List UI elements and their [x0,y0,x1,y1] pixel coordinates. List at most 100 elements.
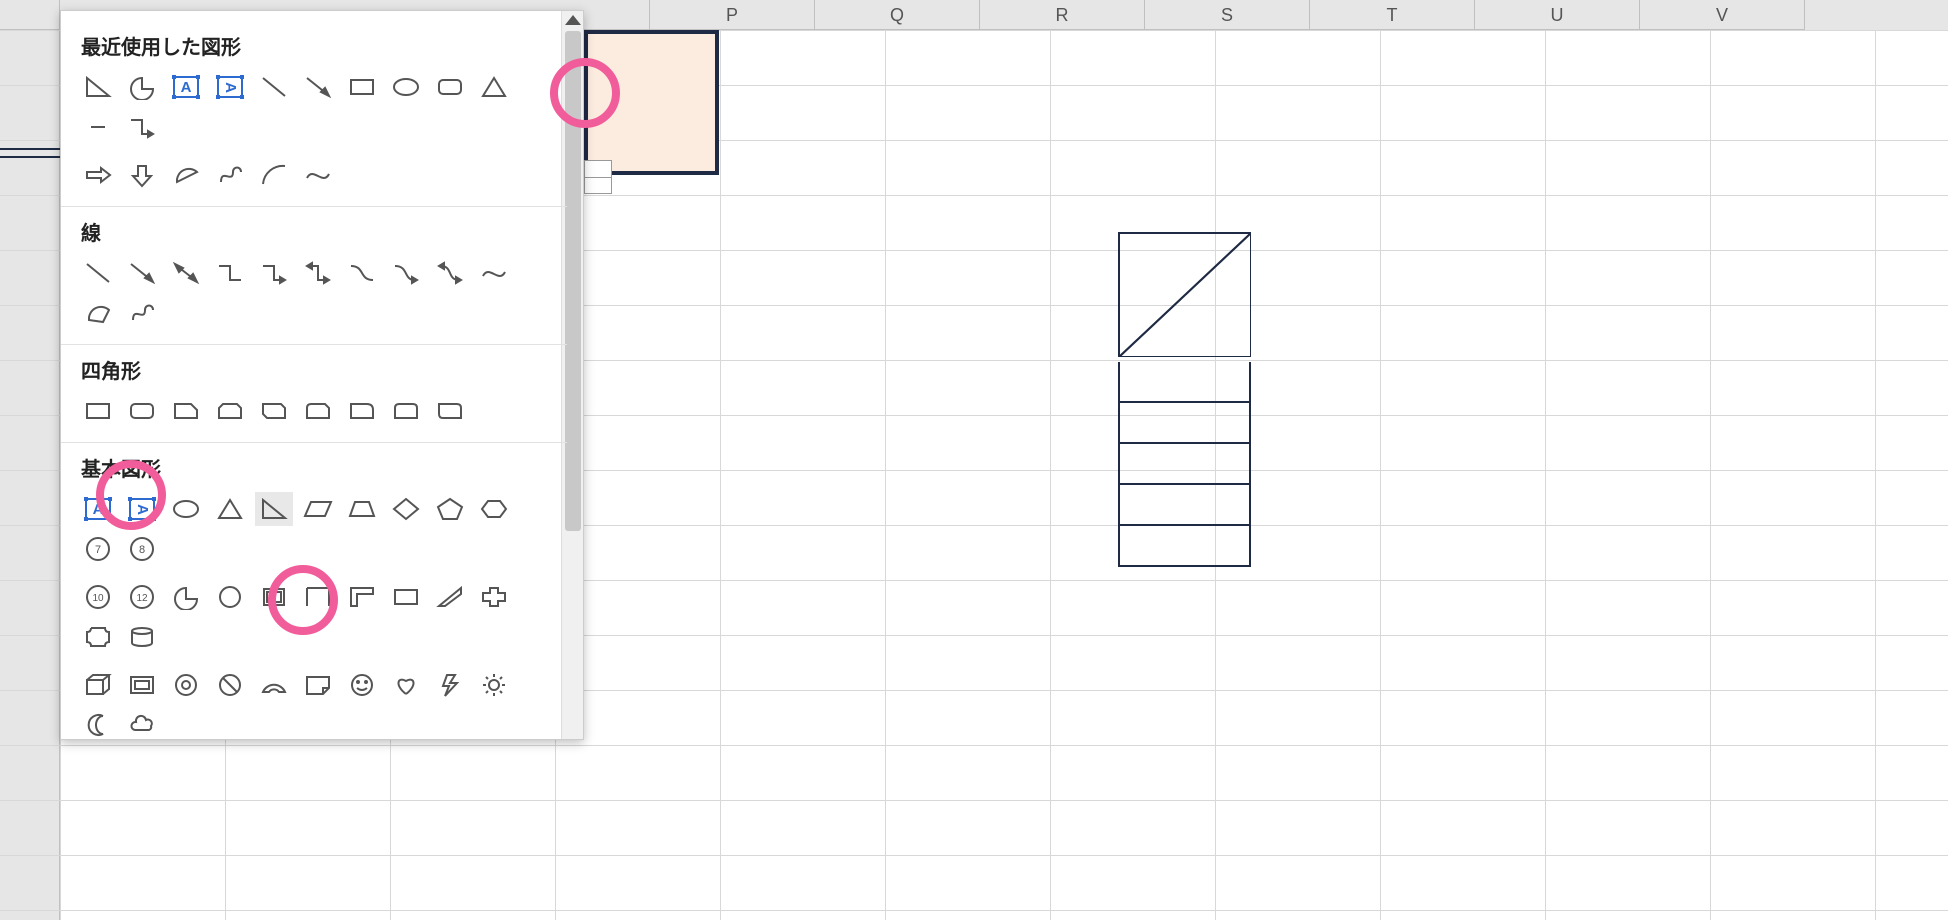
cube-icon[interactable] [79,668,117,702]
elbow-double-arrow-icon[interactable] [299,256,337,290]
svg-text:7: 7 [95,544,101,556]
curved-arrow-icon[interactable] [387,256,425,290]
decagon-icon[interactable]: 10 [79,580,117,614]
freeform-icon[interactable] [211,158,249,192]
triangle-icon[interactable] [211,492,249,526]
col-header-q[interactable]: Q [815,0,980,30]
oval-icon[interactable] [387,70,425,104]
dodecagon-icon[interactable]: 12 [123,580,161,614]
section-divider [61,344,567,345]
no-symbol-icon[interactable] [211,668,249,702]
pie-slice-icon[interactable] [123,70,161,104]
pentagon-icon[interactable] [431,492,469,526]
textbox-h-icon[interactable]: A [167,70,205,104]
snip-same-rect-icon[interactable] [211,394,249,428]
svg-text:12: 12 [136,593,148,604]
rect-step[interactable] [1118,526,1251,567]
basic-row-3 [79,668,549,740]
scribble-icon[interactable] [123,296,161,330]
rounded-rect-icon[interactable] [431,70,469,104]
round-same-rect-icon[interactable] [387,394,425,428]
triangle-icon[interactable] [475,70,513,104]
half-frame-icon[interactable] [343,580,381,614]
teardrop-icon[interactable] [255,580,293,614]
freeform-closed-icon[interactable] [79,296,117,330]
donut-icon[interactable] [167,668,205,702]
cross-icon[interactable] [475,580,513,614]
snip-single-rect-icon[interactable] [167,394,205,428]
arc-icon[interactable] [255,158,293,192]
scroll-thumb[interactable] [565,31,581,531]
panel-scrollbar[interactable] [561,11,583,739]
arrow-line-icon[interactable] [299,70,337,104]
trapezoid-icon[interactable] [343,492,381,526]
rect-step[interactable] [1118,362,1251,403]
round-diag-rect-icon[interactable] [431,394,469,428]
heptagon-icon[interactable]: 7 [79,532,117,566]
rectangle-icon[interactable] [79,394,117,428]
elbow-connector-icon[interactable] [211,256,249,290]
col-header-p[interactable]: P [650,0,815,30]
diamond-icon[interactable] [387,492,425,526]
chord-icon[interactable] [167,158,205,192]
section-rects-title: 四角形 [81,355,549,384]
moon-icon[interactable] [79,708,117,740]
rect-step[interactable] [1118,403,1251,444]
col-header-u[interactable]: U [1475,0,1640,30]
right-triangle-shape[interactable] [1118,232,1251,357]
oval-icon[interactable] [167,492,205,526]
chord-icon[interactable] [211,580,249,614]
line-short-icon[interactable] [79,110,117,144]
snip-diag-rect-icon[interactable] [255,394,293,428]
svg-text:8: 8 [139,544,145,556]
arrow-line-icon[interactable] [123,256,161,290]
drawn-staircase-shape[interactable] [1118,232,1253,565]
pie-icon[interactable] [167,580,205,614]
elbow-arrow-icon[interactable] [255,256,293,290]
textbox-h-icon[interactable]: A [79,492,117,526]
rectangle-icon[interactable] [343,70,381,104]
cloud-icon[interactable] [123,708,161,740]
col-header-s[interactable]: S [1145,0,1310,30]
curved-double-arrow-icon[interactable] [431,256,469,290]
sun-icon[interactable] [475,668,513,702]
line-icon[interactable] [79,256,117,290]
smiley-icon[interactable] [343,668,381,702]
block-arc-icon[interactable] [255,668,293,702]
round-single-rect-icon[interactable] [343,394,381,428]
can-icon[interactable] [123,620,161,654]
textbox-v-icon[interactable]: A [123,492,161,526]
curve-icon[interactable] [299,158,337,192]
right-triangle-icon[interactable] [79,70,117,104]
curved-connector-icon[interactable] [343,256,381,290]
plaque-icon[interactable] [79,620,117,654]
l-shape-icon[interactable] [387,580,425,614]
section-basic-title: 基本図形 [81,453,549,482]
frame-icon[interactable] [299,580,337,614]
right-triangle-icon[interactable] [255,492,293,526]
bevel-icon[interactable] [123,668,161,702]
snip-round-rect-icon[interactable] [299,394,337,428]
rect-step[interactable] [1118,444,1251,485]
folded-corner-icon[interactable] [299,668,337,702]
col-header-corner[interactable] [0,0,60,30]
right-arrow-icon[interactable] [79,158,117,192]
col-header-t[interactable]: T [1310,0,1475,30]
heart-icon[interactable] [387,668,425,702]
lightning-icon[interactable] [431,668,469,702]
octagon-icon[interactable]: 8 [123,532,161,566]
rounded-rect-icon[interactable] [123,394,161,428]
diag-stripe-icon[interactable] [431,580,469,614]
col-header-v[interactable]: V [1640,0,1805,30]
col-header-r[interactable]: R [980,0,1145,30]
curve-tool-icon[interactable] [475,256,513,290]
down-arrow-icon[interactable] [123,158,161,192]
scroll-up-icon[interactable] [565,15,581,25]
line-icon[interactable] [255,70,293,104]
hexagon-icon[interactable] [475,492,513,526]
double-arrow-line-icon[interactable] [167,256,205,290]
elbow-connector-icon[interactable] [123,110,161,144]
rect-step[interactable] [1118,485,1251,526]
parallelogram-icon[interactable] [299,492,337,526]
textbox-v-icon[interactable]: A [211,70,249,104]
